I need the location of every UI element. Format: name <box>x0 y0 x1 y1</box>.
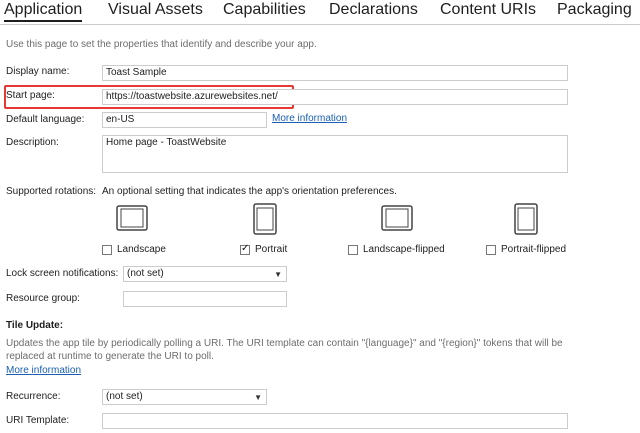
portrait-flipped-device-icon <box>514 203 538 235</box>
portrait-flipped-checkbox[interactable] <box>486 244 496 255</box>
intro-text: Use this page to set the properties that… <box>6 39 317 50</box>
landscape-label: Landscape <box>117 244 166 255</box>
default-language-more-info-link[interactable]: More information <box>272 113 347 124</box>
tab-application[interactable]: Application <box>4 0 83 22</box>
supported-rotations-label: Supported rotations: <box>6 186 97 197</box>
recurrence-value: (not set) <box>106 391 143 402</box>
description-label: Description: <box>6 137 59 148</box>
lock-screen-label: Lock screen notifications: <box>6 268 119 279</box>
portrait-checkbox[interactable] <box>240 243 250 255</box>
tile-update-description: Updates the app tile by periodically pol… <box>6 338 563 362</box>
landscape-flipped-device-icon <box>381 205 413 231</box>
start-page-field[interactable]: https://toastwebsite.azurewebsites.net/ <box>102 89 568 105</box>
tab-visual-assets[interactable]: Visual Assets <box>108 0 203 20</box>
rotation-option-portrait-flipped[interactable]: Portrait-flipped <box>486 244 566 255</box>
default-language-field[interactable]: en-US <box>102 112 267 128</box>
lock-screen-value: (not set) <box>127 268 164 279</box>
rotation-option-portrait[interactable]: Portrait <box>240 243 288 255</box>
tab-capabilities[interactable]: Capabilities <box>223 0 306 20</box>
chevron-down-icon: ▼ <box>274 270 282 279</box>
portrait-device-icon <box>253 203 277 235</box>
landscape-flipped-checkbox[interactable] <box>348 244 358 255</box>
landscape-flipped-label: Landscape-flipped <box>363 244 445 255</box>
tile-update-title: Tile Update: <box>6 320 64 331</box>
rotation-option-landscape-flipped[interactable]: Landscape-flipped <box>348 244 445 255</box>
tab-content-uris[interactable]: Content URIs <box>440 0 536 20</box>
description-field[interactable]: Home page - ToastWebsite <box>102 135 568 173</box>
recurrence-select[interactable]: (not set) ▼ <box>102 389 267 405</box>
display-name-label: Display name: <box>6 66 70 77</box>
rotation-option-landscape[interactable]: Landscape <box>102 244 166 255</box>
display-name-field[interactable]: Toast Sample <box>102 65 568 81</box>
landscape-device-icon <box>116 205 148 231</box>
start-page-label: Start page: <box>6 90 55 101</box>
tab-packaging[interactable]: Packaging <box>557 0 632 20</box>
portrait-flipped-label: Portrait-flipped <box>501 244 567 255</box>
recurrence-label: Recurrence: <box>6 391 61 402</box>
tile-update-more-info-link[interactable]: More information <box>6 365 81 376</box>
uri-template-field[interactable] <box>102 413 568 429</box>
tab-declarations[interactable]: Declarations <box>329 0 418 20</box>
uri-template-label: URI Template: <box>6 415 70 426</box>
landscape-checkbox[interactable] <box>102 244 112 255</box>
tab-bar: Application Visual Assets Capabilities D… <box>0 0 640 25</box>
lock-screen-select[interactable]: (not set) ▼ <box>123 266 287 282</box>
resource-group-field[interactable] <box>123 291 287 307</box>
chevron-down-icon: ▼ <box>254 393 262 402</box>
portrait-label: Portrait <box>255 244 288 255</box>
default-language-label: Default language: <box>6 114 85 125</box>
resource-group-label: Resource group: <box>6 293 80 304</box>
supported-rotations-hint: An optional setting that indicates the a… <box>102 186 397 197</box>
